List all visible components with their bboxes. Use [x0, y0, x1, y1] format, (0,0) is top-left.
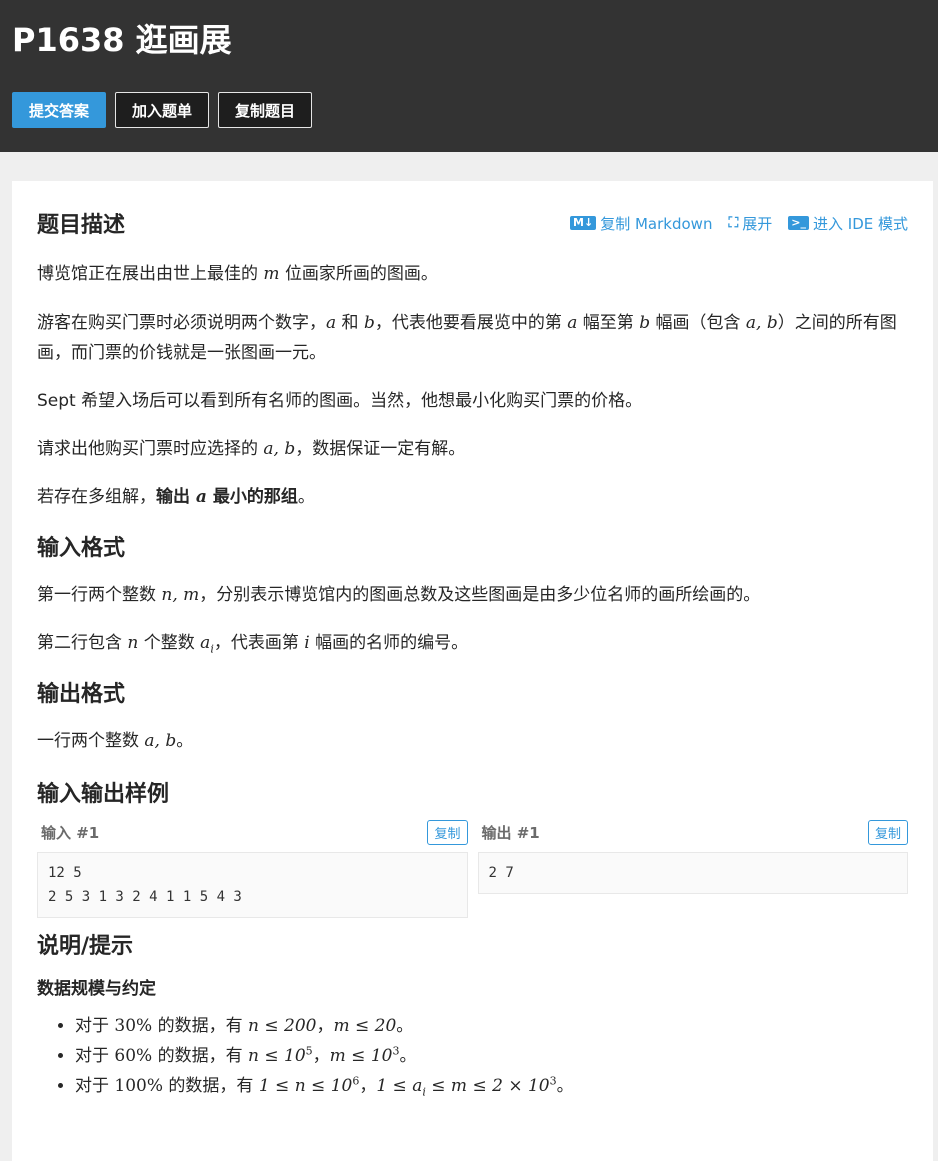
sample-input-label: 输入 #1 — [41, 823, 100, 842]
sample-output-block: 输出 #1 复制 2 7 — [477, 818, 908, 918]
list-item: 对于 30% 的数据，有 n ≤ 200，m ≤ 20。 — [75, 1011, 908, 1041]
hints-subheading: 数据规模与约定 — [37, 979, 156, 999]
description-paragraph-5: 若存在多组解，输出 a 最小的那组。 — [37, 487, 315, 507]
samples-row: 输入 #1 复制 12 5 2 5 3 1 3 2 4 1 1 5 4 3 输出… — [37, 818, 908, 918]
description-paragraph-2: 游客在购买门票时必须说明两个数字，a 和 b，代表他要看展览中的第 a 幅至第 … — [37, 313, 897, 363]
copy-input-button[interactable]: 复制 — [427, 819, 468, 845]
copy-markdown-label: 复制 Markdown — [600, 214, 713, 233]
copy-output-button[interactable]: 复制 — [867, 819, 908, 845]
add-to-list-button[interactable]: 加入题单 — [115, 92, 210, 128]
samples-heading: 输入输出样例 — [37, 782, 170, 807]
header-button-row: 提交答案 加入题单 复制题目 — [12, 92, 926, 128]
input-format-heading: 输入格式 — [37, 536, 126, 561]
markdown-icon: M↓ — [570, 216, 597, 230]
output-format-paragraph: 一行两个整数 a, b。 — [37, 731, 194, 751]
problem-header: P1638 逛画展 提交答案 加入题单 复制题目 — [0, 0, 938, 152]
problem-title: P1638 逛画展 — [12, 21, 232, 59]
problem-actions: M↓ 复制 Markdown ⛶ 展开 >_ 进入 IDE 模式 — [570, 213, 908, 234]
input-format-paragraph-2: 第二行包含 n 个整数 ai，代表画第 i 幅画的名师的编号。 — [37, 633, 469, 656]
output-format-heading: 输出格式 — [37, 682, 126, 707]
description-paragraph-3: Sept 希望入场后可以看到所有名师的图画。当然，他想最小化购买门票的价格。 — [37, 391, 643, 411]
copy-problem-button[interactable]: 复制题目 — [218, 92, 313, 128]
expand-icon: ⛶ — [728, 215, 739, 231]
ide-mode-link[interactable]: >_ 进入 IDE 模式 — [788, 213, 908, 234]
ide-mode-label: 进入 IDE 模式 — [813, 214, 908, 233]
hints-list: 对于 30% 的数据，有 n ≤ 200，m ≤ 20。 对于 60% 的数据，… — [37, 1011, 908, 1101]
list-item: 对于 60% 的数据，有 n ≤ 105，m ≤ 103。 — [75, 1041, 908, 1071]
description-paragraph-4: 请求出他购买门票时应选择的 a, b，数据保证一定有解。 — [37, 439, 466, 459]
description-header-row: 题目描述 M↓ 复制 Markdown ⛶ 展开 >_ 进入 IDE 模式 — [37, 181, 908, 239]
hints-heading: 说明/提示 — [37, 934, 134, 959]
expand-link[interactable]: ⛶ 展开 — [728, 213, 772, 234]
list-item: 对于 100% 的数据，有 1 ≤ n ≤ 106，1 ≤ ai ≤ m ≤ 2… — [75, 1071, 908, 1101]
submit-answer-button[interactable]: 提交答案 — [12, 92, 107, 128]
sample-output-code[interactable]: 2 7 — [477, 852, 908, 894]
sample-input-block: 输入 #1 复制 12 5 2 5 3 1 3 2 4 1 1 5 4 3 — [37, 818, 468, 918]
sample-input-code[interactable]: 12 5 2 5 3 1 3 2 4 1 1 5 4 3 — [37, 852, 468, 918]
problem-card: 题目描述 M↓ 复制 Markdown ⛶ 展开 >_ 进入 IDE 模式 博览馆正在… — [12, 181, 933, 1161]
sample-output-label: 输出 #1 — [481, 823, 540, 842]
expand-label: 展开 — [742, 214, 773, 233]
copy-markdown-link[interactable]: M↓ 复制 Markdown — [570, 213, 712, 234]
terminal-icon: >_ — [788, 216, 809, 230]
description-heading: 题目描述 — [37, 213, 126, 238]
input-format-paragraph-1: 第一行两个整数 n, m，分别表示博览馆内的图画总数及这些图画是由多少位名师的画… — [37, 585, 761, 605]
description-paragraph-1: 博览馆正在展出由世上最佳的 m 位画家所画的图画。 — [37, 264, 438, 284]
